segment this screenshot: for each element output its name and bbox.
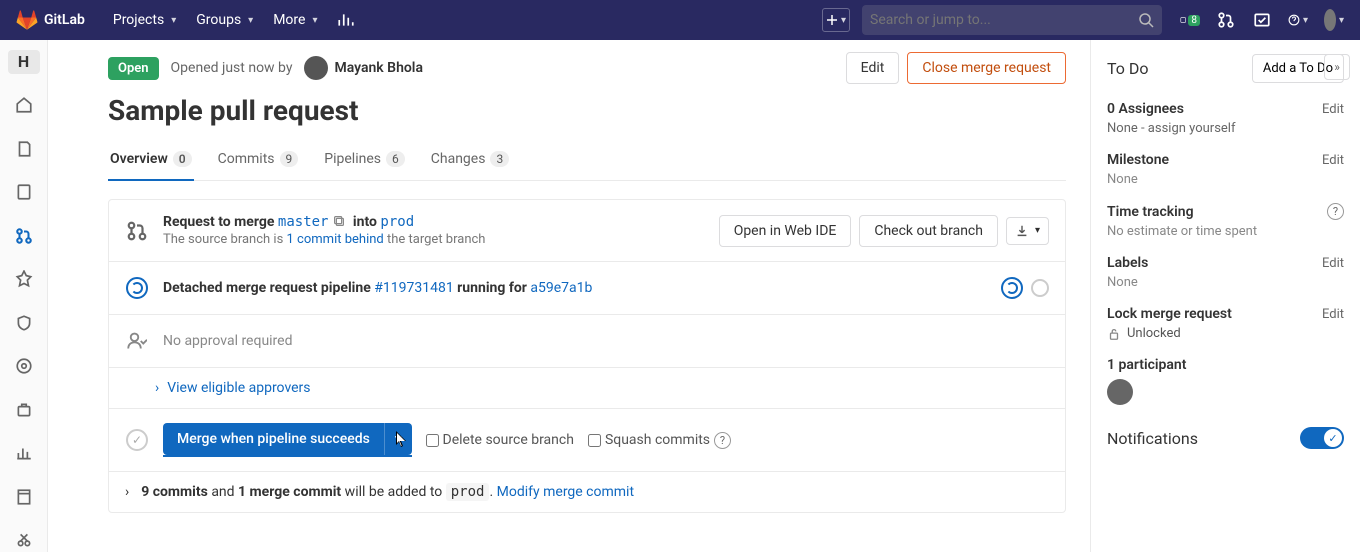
project-avatar[interactable]: H	[8, 50, 40, 74]
help-dropdown[interactable]	[1288, 10, 1308, 30]
new-dropdown[interactable]	[822, 8, 850, 32]
view-approvers-toggle[interactable]: › View eligible approvers	[109, 367, 1065, 408]
author-avatar	[304, 56, 328, 80]
open-web-ide-button[interactable]: Open in Web IDE	[719, 215, 852, 247]
rail-cicd-icon[interactable]	[8, 268, 40, 292]
user-menu[interactable]	[1324, 10, 1344, 30]
source-branch[interactable]: master	[278, 214, 329, 230]
rail-home-icon[interactable]	[8, 94, 40, 118]
pipeline-stage-1-icon[interactable]	[1001, 277, 1023, 299]
notifications-toggle[interactable]	[1300, 427, 1344, 449]
milestone-edit[interactable]: Edit	[1322, 153, 1344, 168]
search-box[interactable]	[862, 5, 1162, 35]
merge-when-pipeline-succeeds-button[interactable]: Merge when pipeline succeeds	[163, 423, 384, 455]
commits-behind-link[interactable]: 1 commit behind	[287, 232, 384, 247]
lock-edit[interactable]: Edit	[1322, 307, 1344, 322]
lock-label: Lock merge request	[1107, 306, 1232, 322]
milestone-value: None	[1107, 172, 1344, 187]
project-sidebar: H	[0, 40, 48, 552]
search-icon	[1138, 12, 1154, 28]
mr-status-badge: Open	[108, 57, 159, 80]
brand-text: GitLab	[44, 12, 85, 28]
target-branch[interactable]: prod	[380, 214, 414, 230]
notifications-label: Notifications	[1107, 429, 1198, 448]
copy-branch-icon[interactable]	[332, 214, 346, 228]
merge-widget: Request to merge master into prod The so…	[108, 199, 1066, 513]
time-tracking-value: No estimate or time spent	[1107, 224, 1344, 239]
nav-activity-icon[interactable]	[327, 0, 365, 40]
plus-icon	[826, 14, 838, 26]
search-input[interactable]	[870, 12, 1138, 28]
assignees-edit[interactable]: Edit	[1322, 102, 1344, 117]
pipeline-id-link[interactable]: #119731481	[374, 280, 453, 296]
collapse-sidebar-button[interactable]: »	[1324, 54, 1350, 80]
todo-label: To Do	[1107, 59, 1149, 78]
pipeline-stage-2-icon[interactable]	[1031, 279, 1049, 297]
tanuki-icon	[16, 9, 38, 31]
pipeline-running-icon	[126, 277, 148, 299]
issues-count-badge: 8	[1188, 15, 1200, 26]
tab-commits[interactable]: Commits9	[216, 141, 301, 180]
top-navbar: GitLab Projects Groups More 8	[0, 0, 1360, 40]
lock-value: Unlocked	[1107, 326, 1344, 341]
rail-merge-requests-icon[interactable]	[8, 224, 40, 248]
rail-packages-icon[interactable]	[8, 398, 40, 422]
squash-help-icon[interactable]: ?	[714, 432, 731, 449]
todos-shortcut[interactable]	[1252, 10, 1272, 30]
merge-request-icon	[125, 219, 149, 243]
merge-requests-shortcut[interactable]	[1216, 10, 1236, 30]
chevron-right-icon: ›	[155, 380, 159, 396]
delete-source-branch-checkbox[interactable]: Delete source branch	[426, 432, 574, 448]
merge-ready-icon	[126, 429, 148, 451]
download-icon	[1015, 224, 1029, 238]
close-mr-button[interactable]: Close merge request	[907, 52, 1066, 84]
edit-button[interactable]: Edit	[846, 52, 900, 84]
tab-overview[interactable]: Overview0	[108, 141, 194, 181]
rail-security-icon[interactable]	[8, 311, 40, 335]
rail-operations-icon[interactable]	[8, 355, 40, 379]
labels-edit[interactable]: Edit	[1322, 256, 1344, 271]
checkout-branch-button[interactable]: Check out branch	[859, 215, 998, 247]
gitlab-logo[interactable]: GitLab	[16, 9, 85, 31]
squash-commits-checkbox[interactable]: Squash commits	[588, 432, 710, 448]
opened-text: Opened just now by	[171, 60, 293, 76]
unlock-icon	[1107, 327, 1121, 341]
mr-tabs: Overview0 Commits9 Pipelines6 Changes3	[108, 141, 1066, 181]
author-link[interactable]: Mayank Bhola	[304, 56, 423, 80]
approval-status: No approval required	[163, 333, 1049, 349]
approval-icon	[125, 329, 149, 353]
download-dropdown[interactable]: ▾	[1006, 217, 1049, 245]
tab-pipelines[interactable]: Pipelines6	[322, 141, 406, 180]
tab-changes[interactable]: Changes3	[429, 141, 511, 180]
participant-avatar[interactable]	[1107, 379, 1133, 405]
labels-label: Labels	[1107, 255, 1148, 271]
time-help-icon[interactable]: ?	[1327, 203, 1344, 220]
mr-sidebar: To Do Add a To Do » 0 AssigneesEdit None…	[1090, 40, 1360, 552]
merge-options-dropdown[interactable]: ▾	[384, 423, 412, 455]
main-content: Open Opened just now by Mayank Bhola Edi…	[48, 40, 1090, 552]
rail-issues-icon[interactable]	[8, 181, 40, 205]
milestone-label: Milestone	[1107, 152, 1169, 168]
avatar-icon	[1324, 9, 1336, 31]
issues-shortcut[interactable]: 8	[1180, 10, 1200, 30]
rail-analytics-icon[interactable]	[8, 442, 40, 466]
chevron-right-icon: ›	[125, 484, 129, 500]
rail-snippets-icon[interactable]	[8, 529, 40, 552]
participants-label: 1 participant	[1107, 357, 1186, 373]
rail-wiki-icon[interactable]	[8, 485, 40, 509]
nav-projects[interactable]: Projects	[103, 0, 186, 40]
rail-repository-icon[interactable]	[8, 137, 40, 161]
nav-groups[interactable]: Groups	[186, 0, 263, 40]
labels-value: None	[1107, 275, 1344, 290]
nav-more[interactable]: More	[263, 0, 327, 40]
commits-summary-toggle[interactable]: › 9 commits and 1 merge commit will be a…	[109, 471, 1065, 512]
assign-yourself-link[interactable]: None - assign yourself	[1107, 121, 1344, 136]
pipeline-sha-link[interactable]: a59e7a1b	[530, 280, 592, 296]
mr-title: Sample pull request	[108, 94, 1066, 127]
time-tracking-label: Time tracking	[1107, 204, 1194, 220]
modify-merge-commit-link[interactable]: Modify merge commit	[497, 484, 634, 500]
assignees-label: 0 Assignees	[1107, 101, 1184, 117]
